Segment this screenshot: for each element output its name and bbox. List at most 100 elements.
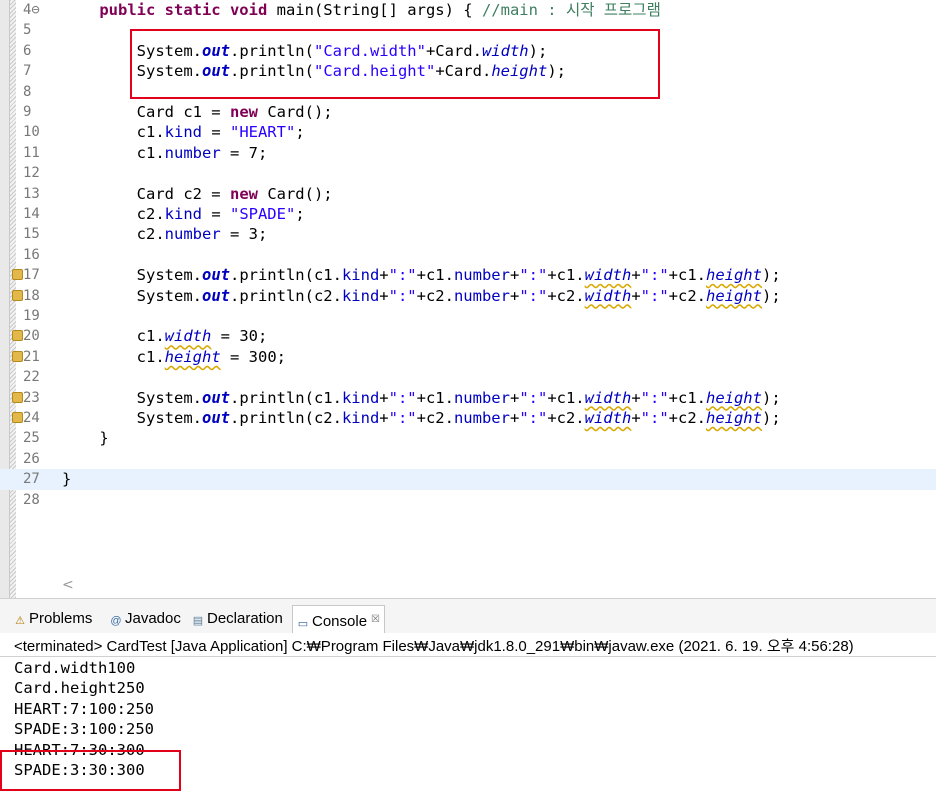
line-code: c1.width = 30; [62, 326, 268, 346]
code-token: ":" [388, 388, 417, 407]
line-code: c2.number = 3; [62, 224, 268, 244]
code-line[interactable]: 9 Card c1 = new Card(); [0, 102, 936, 122]
code-line[interactable]: 24 System.out.println(c2.kind+":"+c2.num… [0, 408, 936, 428]
close-icon[interactable]: ☒ [371, 614, 380, 625]
line-number: 25 [23, 430, 40, 447]
panel-tab-bar: ⚠ Problems @ Javadoc ▤ Declaration ▭ Console… [0, 599, 936, 633]
code-token: out [201, 388, 230, 407]
code-token: "SPADE" [229, 205, 296, 223]
code-token: + [379, 286, 389, 305]
console-output-line: Card.height250 [14, 679, 145, 698]
code-token: + [631, 409, 641, 427]
code-token: +c2. [547, 286, 585, 305]
code-token: ":" [640, 286, 669, 305]
code-token: c2. [62, 225, 165, 244]
code-line[interactable]: 15 c2.number = 3; [0, 224, 936, 244]
line-number: 15 [23, 226, 40, 243]
line-number: 19 [23, 308, 40, 324]
code-token: number [164, 225, 221, 244]
line-number: 17 [23, 267, 40, 284]
code-token: ":" [388, 286, 417, 305]
code-token: ":" [519, 286, 548, 305]
line-number: 27 [23, 471, 40, 488]
code-line[interactable]: 20 c1.width = 30; [0, 326, 936, 346]
code-line[interactable]: 14 c2.kind = "SPADE"; [0, 204, 936, 224]
code-token: Card(); [267, 184, 333, 203]
code-token: ":" [519, 388, 548, 407]
code-token: = 300; [220, 347, 286, 366]
code-token: public static void [99, 1, 277, 19]
tab-declaration[interactable]: ▤ Declaration [192, 608, 283, 630]
code-token: ; [295, 123, 305, 142]
line-code: c2.kind = "SPADE"; [62, 204, 305, 224]
code-token: c2. [62, 205, 165, 223]
code-line[interactable]: 13 Card c2 = new Card(); [0, 184, 936, 204]
tab-console-label: Console [312, 613, 368, 630]
problems-icon: ⚠ [15, 615, 25, 627]
horizontal-scroll-left-icon[interactable]: < [62, 577, 74, 593]
line-number: 26 [23, 450, 40, 467]
code-editor[interactable]: 4⊖ public static void main(String[] args… [0, 0, 936, 598]
code-line[interactable]: 10 c1.kind = "HEART"; [0, 122, 936, 142]
code-line[interactable]: 25 } [0, 428, 936, 448]
line-code: System.out.println(c1.kind+":"+c1.number… [62, 388, 781, 408]
tab-problems[interactable]: ⚠ Problems [14, 608, 92, 630]
code-line[interactable]: 19 [0, 306, 936, 326]
code-line[interactable]: 21 c1.height = 300; [0, 347, 936, 367]
code-line[interactable]: 17 System.out.println(c1.kind+":"+c1.num… [0, 265, 936, 285]
code-token: c1. [62, 123, 165, 142]
code-line[interactable]: 11 c1.number = 7; [0, 143, 936, 163]
code-line[interactable]: 27} [0, 469, 936, 490]
code-line[interactable]: 12 [0, 163, 936, 183]
code-line[interactable]: 16 [0, 245, 936, 265]
code-token: width [164, 327, 212, 346]
code-token: kind [164, 123, 202, 142]
line-number: 9 [23, 104, 32, 120]
line-code: Card c2 = new Card(); [62, 184, 333, 204]
code-line[interactable]: 28 [0, 490, 936, 510]
code-token: number [453, 388, 510, 407]
code-token: +c1. [668, 266, 706, 285]
code-token: height [705, 266, 762, 285]
code-token: ":" [519, 266, 548, 285]
line-number: 8 [23, 83, 32, 100]
code-token: out [201, 266, 230, 285]
code-token: c1. [62, 347, 165, 366]
line-number: 28 [23, 491, 40, 508]
code-token: .println(c2. [229, 286, 342, 305]
line-number: 4⊖ [23, 2, 40, 18]
line-number: 11 [23, 144, 40, 161]
tab-console[interactable]: ▭ Console ☒ [292, 605, 386, 633]
code-token: number [453, 409, 510, 427]
code-token: kind [341, 286, 380, 305]
line-code: c1.number = 7; [62, 143, 268, 163]
code-token: number [164, 143, 221, 162]
code-line[interactable]: 22 [0, 367, 936, 387]
code-token: + [509, 409, 520, 427]
code-line[interactable]: 4⊖ public static void main(String[] args… [0, 0, 936, 20]
line-number: 10 [23, 124, 40, 141]
console-icon: ▭ [297, 618, 309, 630]
line-number: 14 [23, 206, 40, 222]
code-token: kind [341, 388, 380, 407]
code-line[interactable]: 26 [0, 449, 936, 469]
tab-javadoc-label: Javadoc [125, 610, 181, 627]
code-line[interactable]: 23 System.out.println(c1.kind+":"+c1.num… [0, 388, 936, 408]
line-code: } [62, 469, 71, 489]
line-number: 5 [23, 22, 32, 39]
code-token: Card c1 = [62, 103, 230, 121]
code-token: } [62, 429, 109, 448]
code-token: Card(); [267, 103, 333, 121]
line-code: Card c1 = new Card(); [62, 102, 333, 122]
code-token: System. [62, 286, 202, 305]
code-token: ); [761, 286, 781, 305]
tab-javadoc[interactable]: @ Javadoc [110, 608, 181, 630]
code-token: +c2. [668, 409, 706, 427]
code-token: Card c2 = [62, 184, 230, 203]
console-output-line: HEART:7:100:250 [14, 699, 154, 718]
code-token: System. [62, 409, 202, 427]
code-line[interactable]: 18 System.out.println(c2.kind+":"+c2.num… [0, 286, 936, 306]
code-token: ); [761, 266, 781, 285]
tab-problems-label: Problems [29, 610, 93, 627]
